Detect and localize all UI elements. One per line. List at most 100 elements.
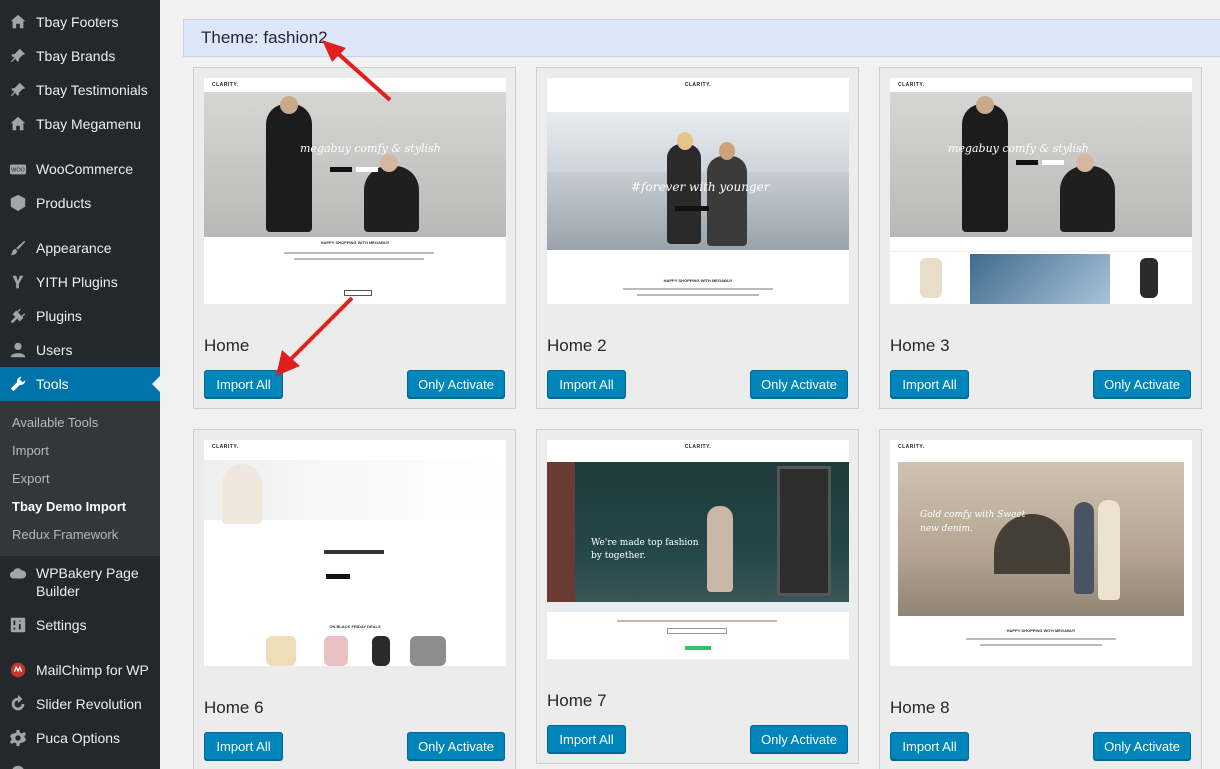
only-activate-button[interactable]: Only Activate — [750, 370, 848, 398]
admin-sidebar: Tbay Footers Tbay Brands Tbay Testimonia… — [0, 0, 160, 769]
brush-icon — [8, 238, 28, 258]
menu-item-tbay-brands[interactable]: Tbay Brands — [0, 39, 160, 73]
yith-icon — [8, 272, 28, 292]
thumb-happy-shopping: HAPPY SHOPPING WITH MEGABUY — [320, 240, 390, 245]
menu-label: Settings — [36, 617, 87, 633]
menu-label: Tbay Megamenu — [36, 116, 142, 132]
demo-card-home-6: CLARITY. ON BLACK FRIDAY DEALS Home 6 Im… — [193, 429, 516, 769]
menu-item-appearance[interactable]: Appearance — [0, 231, 160, 265]
menu-label: Users — [36, 342, 73, 358]
thumb-tagline: #forever with younger — [631, 180, 770, 194]
wrench-icon — [8, 374, 28, 394]
menu-label: Tbay Testimonials — [36, 82, 148, 98]
svg-text:WOO: WOO — [11, 168, 24, 174]
only-activate-button[interactable]: Only Activate — [407, 732, 505, 760]
pin-icon — [8, 80, 28, 100]
menu-item-mailchimp[interactable]: MailChimp for WP — [0, 653, 160, 687]
submenu-tbay-demo-import[interactable]: Tbay Demo Import — [12, 499, 126, 514]
thumb-nav: CLARITY. — [204, 78, 506, 92]
thumb-nav: CLARITY. — [547, 440, 849, 454]
menu-label: Products — [36, 195, 92, 211]
only-activate-button[interactable]: Only Activate — [750, 725, 848, 753]
thumb-hero: Gold comfy with Sweet new denim. — [898, 462, 1184, 616]
import-all-button[interactable]: Import All — [890, 370, 969, 398]
house-icon — [8, 12, 28, 32]
demo-thumbnail[interactable]: CLARITY. megabuy comfy & stylish — [890, 78, 1192, 304]
menu-item-woocommerce[interactable]: WOO WooCommerce — [0, 152, 160, 186]
mailchimp-icon — [8, 660, 28, 680]
thumb-nav: CLARITY. — [890, 78, 1192, 92]
demo-thumbnail[interactable]: CLARITY. Gold comfy with Sweet new denim… — [890, 440, 1192, 666]
menu-item-tbay-testimonials[interactable]: Tbay Testimonials — [0, 73, 160, 107]
menu-item-collapsed-partial[interactable] — [0, 755, 160, 769]
submenu-export[interactable]: Export — [12, 471, 50, 486]
menu-item-plugins[interactable]: Plugins — [0, 299, 160, 333]
thumb-happy-shopping: HAPPY SHOPPING WITH MEGABUY — [1006, 628, 1076, 633]
demo-card-home-2: CLARITY. #forever with younger HAPPY SHO… — [536, 67, 859, 409]
demo-card-home-3: CLARITY. megabuy comfy & stylish Home 3 … — [879, 67, 1202, 409]
only-activate-button[interactable]: Only Activate — [1093, 732, 1191, 760]
demo-title: Home 2 — [547, 336, 607, 355]
thumb-nav: CLARITY. — [547, 78, 849, 92]
demo-thumbnail[interactable]: CLARITY. We're made top fashion by toget… — [547, 440, 849, 659]
menu-item-settings[interactable]: Settings — [0, 608, 160, 642]
thumb-nav: CLARITY. — [890, 440, 1192, 454]
circle-icon — [8, 762, 28, 769]
demo-thumbnail[interactable]: CLARITY. ON BLACK FRIDAY DEALS — [204, 440, 506, 666]
demo-title: Home 3 — [890, 336, 950, 355]
import-all-button[interactable]: Import All — [204, 732, 283, 760]
import-all-button[interactable]: Import All — [547, 370, 626, 398]
menu-label: YITH Plugins — [36, 274, 118, 290]
thumb-happy-shopping: HAPPY SHOPPING WITH MEGABUY — [663, 278, 733, 283]
thumb-nav: CLARITY. — [204, 440, 506, 454]
cube-icon — [8, 193, 28, 213]
menu-label: Plugins — [36, 308, 82, 324]
menu-label: Slider Revolution — [36, 696, 142, 712]
thumb-logo: CLARITY. — [898, 82, 925, 88]
only-activate-button[interactable]: Only Activate — [1093, 370, 1191, 398]
menu-item-wpbakery[interactable]: WPBakery Page Builder — [0, 558, 160, 602]
cloud-icon — [8, 564, 28, 584]
import-all-button[interactable]: Import All — [547, 725, 626, 753]
demo-thumbnail[interactable]: CLARITY. megabuy comfy & stylish HAPPY S… — [204, 78, 506, 304]
sliders-icon — [8, 615, 28, 635]
submenu-import[interactable]: Import — [12, 443, 49, 458]
menu-item-products[interactable]: Products — [0, 186, 160, 220]
demo-title: Home 8 — [890, 698, 950, 717]
demo-card-home-8: CLARITY. Gold comfy with Sweet new denim… — [879, 429, 1202, 769]
menu-label: Appearance — [36, 240, 112, 256]
thumb-tagline-line-1: Gold comfy with Sweet — [920, 510, 1026, 520]
menu-item-tools[interactable]: Tools — [0, 367, 160, 401]
menu-label: Tbay Brands — [36, 48, 116, 64]
demo-title: Home 6 — [204, 698, 264, 717]
import-all-button[interactable]: Import All — [204, 370, 283, 398]
menu-label: WPBakery Page Builder — [36, 565, 139, 599]
menu-label: WooCommerce — [36, 161, 133, 177]
menu-item-users[interactable]: Users — [0, 333, 160, 367]
woo-icon: WOO — [8, 159, 28, 179]
menu-label: Tbay Footers — [36, 14, 119, 30]
thumb-tagline: megabuy comfy & stylish — [948, 142, 1089, 155]
menu-item-tbay-footers[interactable]: Tbay Footers — [0, 5, 160, 39]
thumb-hero: megabuy comfy & stylish — [890, 92, 1192, 237]
import-all-button[interactable]: Import All — [890, 732, 969, 760]
theme-label: Theme: fashion2 — [201, 28, 328, 47]
menu-label: MailChimp for WP — [36, 662, 149, 678]
menu-item-yith-plugins[interactable]: YITH Plugins — [0, 265, 160, 299]
thumb-logo: CLARITY. — [212, 82, 239, 88]
only-activate-button[interactable]: Only Activate — [407, 370, 505, 398]
submenu-redux-framework[interactable]: Redux Framework — [12, 527, 118, 542]
thumb-hero: #forever with younger — [547, 112, 849, 250]
menu-item-puca-options[interactable]: Puca Options — [0, 721, 160, 755]
demo-card-home-7: CLARITY. We're made top fashion by toget… — [536, 429, 859, 764]
gear-icon — [8, 728, 28, 748]
demo-thumbnail[interactable]: CLARITY. #forever with younger HAPPY SHO… — [547, 78, 849, 304]
thumb-tagline-line-2: by together. — [591, 551, 646, 561]
pin-icon — [8, 46, 28, 66]
thumb-hero: We're made top fashion by together. — [547, 462, 849, 612]
menu-item-tbay-megamenu[interactable]: Tbay Megamenu — [0, 107, 160, 141]
house-icon — [8, 114, 28, 134]
thumb-tagline: megabuy comfy & stylish — [300, 142, 441, 155]
menu-item-slider-revolution[interactable]: Slider Revolution — [0, 687, 160, 721]
submenu-available-tools[interactable]: Available Tools — [12, 415, 98, 430]
